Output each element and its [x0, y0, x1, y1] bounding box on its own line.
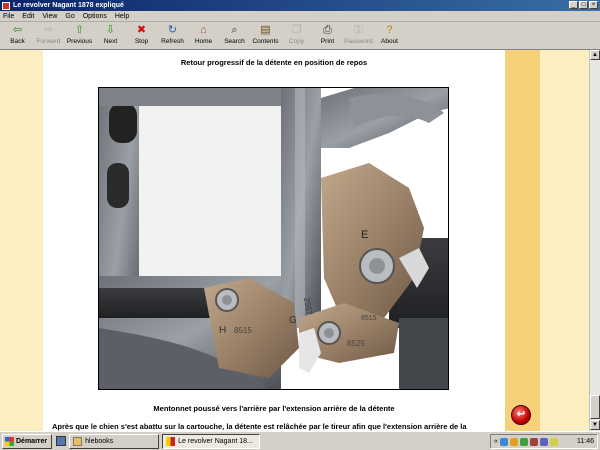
marking-serial-3: 8515	[361, 315, 377, 322]
app-icon	[2, 1, 10, 10]
marking-g: G	[289, 315, 297, 326]
stop-icon: ✖	[136, 24, 147, 36]
toolbar-label: Password	[344, 38, 373, 45]
system-tray: « 11:46	[490, 434, 598, 449]
toolbar-label: Stop	[134, 38, 149, 45]
home-icon: ⌂	[200, 24, 207, 36]
window-title: Le revolver Nagant 1878 expliqué	[13, 2, 124, 9]
menu-file[interactable]: File	[3, 13, 14, 20]
toolbar-label: Contents	[252, 38, 279, 45]
toolbar-label: Previous	[66, 38, 93, 45]
toolbar-search-button[interactable]: ⌕ Search	[219, 22, 250, 49]
up-arrow-icon: ⇧	[74, 24, 85, 36]
display-icon[interactable]	[539, 437, 548, 446]
toolbar-back-button[interactable]: ⇦ Back	[2, 22, 33, 49]
start-label: Démarrer	[16, 437, 48, 445]
marking-serial-1: 8515	[234, 326, 252, 335]
right-margin-stripe-light	[540, 50, 589, 431]
close-button[interactable]: ×	[589, 1, 598, 9]
right-margin-stripe-dark	[505, 50, 540, 431]
scroll-up-icon[interactable]: ▲	[590, 50, 600, 60]
scroll-down-icon[interactable]: ▼	[590, 420, 600, 430]
quicklaunch-icon[interactable]	[56, 436, 67, 446]
minimize-button[interactable]: _	[569, 1, 578, 9]
menu-help[interactable]: Help	[115, 13, 129, 20]
toolbar: ⇦ Back ⇨ Forward ⇧ Previous ⇩ Next ✖ Stop ↻ Refresh…	[0, 22, 600, 50]
refresh-icon: ↻	[167, 24, 178, 36]
toolbar-stop-button[interactable]: ✖ Stop	[126, 22, 157, 49]
toolbar-label: Back	[10, 38, 25, 45]
toolbar-print-button[interactable]: ⎙ Print	[312, 22, 343, 49]
left-margin-stripe	[0, 50, 43, 431]
toolbar-label: About	[381, 38, 398, 45]
toolbar-label: Refresh	[161, 38, 184, 45]
page-content: Retour progressif de la détente en posit…	[0, 50, 589, 431]
menu-go[interactable]: Go	[65, 13, 74, 20]
about-icon: ?	[386, 24, 393, 36]
volume-icon[interactable]	[549, 437, 558, 446]
toolbar-home-button[interactable]: ⌂ Home	[188, 22, 219, 49]
start-button[interactable]: Démarrer	[2, 433, 53, 449]
folder-icon	[73, 436, 83, 446]
forward-arrow-icon: ⇨	[43, 24, 54, 36]
network-icon[interactable]	[499, 437, 508, 446]
help-book-icon	[166, 436, 176, 446]
toolbar-password-button[interactable]: ⚿ Password	[343, 22, 374, 49]
toolbar-about-button[interactable]: ? About	[374, 22, 405, 49]
toolbar-previous-button[interactable]: ⇧ Previous	[64, 22, 95, 49]
update-icon[interactable]	[509, 437, 518, 446]
back-nav-icon[interactable]: ↩	[511, 405, 531, 425]
windows-logo-icon	[5, 436, 14, 446]
task-nagant-help[interactable]: Le revolver Nagant 18...	[162, 433, 261, 449]
page-title: Retour progressif de la détente en posit…	[180, 58, 368, 67]
scroll-thumb[interactable]	[590, 395, 600, 419]
revolver-mechanism-illustration: H 8515 G 2557 E 8515 8525	[99, 88, 448, 389]
down-arrow-icon: ⇩	[105, 24, 116, 36]
photo-caption: Mentonnet poussé vers l'arrière par l'ex…	[153, 404, 395, 413]
toolbar-label: Copy	[288, 38, 305, 45]
toolbar-label: Print	[320, 38, 335, 45]
task-hlebooks[interactable]: hlebooks	[69, 433, 160, 449]
toolbar-refresh-button[interactable]: ↻ Refresh	[157, 22, 188, 49]
menu-bar: File Edit View Go Options Help	[0, 11, 600, 22]
print-icon: ⎙	[323, 24, 332, 36]
menu-edit[interactable]: Edit	[22, 13, 34, 20]
toolbar-next-button[interactable]: ⇩ Next	[95, 22, 126, 49]
password-icon: ⚿	[354, 24, 363, 36]
marking-h: H	[219, 325, 226, 336]
maximize-button[interactable]: □	[579, 1, 588, 9]
toolbar-forward-button[interactable]: ⇨ Forward	[33, 22, 64, 49]
copy-icon: ❐	[291, 24, 302, 36]
toolbar-label: Search	[224, 38, 245, 45]
toolbar-label: Next	[103, 38, 118, 45]
toolbar-copy-button[interactable]: ❐ Copy	[281, 22, 312, 49]
tray-expand-icon[interactable]: «	[494, 438, 498, 445]
clock: 11:46	[577, 438, 594, 445]
toolbar-contents-button[interactable]: ▤ Contents	[250, 22, 281, 49]
search-icon: ⌕	[231, 24, 238, 36]
task-label: hlebooks	[85, 437, 114, 445]
window-controls: _ □ ×	[569, 1, 598, 9]
marking-serial-4: 8525	[347, 339, 365, 348]
body-paragraph: Après que le chien s'est abattu sur la c…	[52, 422, 467, 431]
security-icon[interactable]	[519, 437, 528, 446]
task-label: Le revolver Nagant 18...	[178, 437, 253, 445]
menu-options[interactable]: Options	[83, 13, 107, 20]
back-arrow-icon: ⇦	[12, 24, 23, 36]
vertical-scrollbar[interactable]: ▲ ▼	[589, 50, 600, 431]
toolbar-label: Home	[194, 38, 213, 45]
window-title-bar: Le revolver Nagant 1878 expliqué _ □ ×	[0, 0, 600, 11]
menu-view[interactable]: View	[42, 13, 57, 20]
contents-icon: ▤	[260, 24, 271, 36]
antivirus-icon[interactable]	[529, 437, 538, 446]
taskbar: Démarrer hlebooks Le revolver Nagant 18.…	[0, 431, 600, 450]
marking-e: E	[361, 229, 368, 241]
toolbar-label: Forward	[36, 38, 61, 45]
revolver-mechanism-photo: H 8515 G 2557 E 8515 8525	[98, 87, 449, 390]
